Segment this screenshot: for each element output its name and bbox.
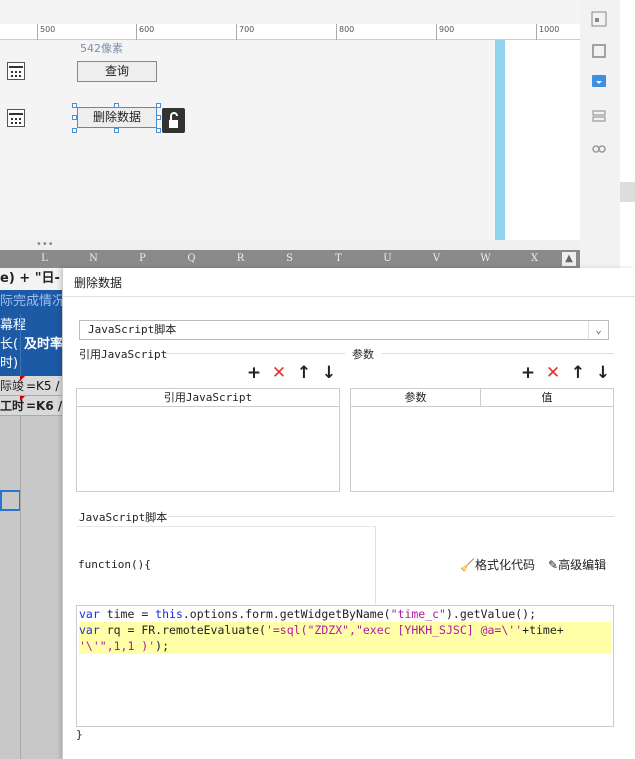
param-name-header: 参数 (351, 389, 481, 407)
delete-icon[interactable]: ✕ (270, 364, 288, 382)
calendar-icon[interactable] (7, 109, 25, 127)
ref-js-section-label: 引用JavaScript (79, 348, 168, 361)
column-header[interactable]: V (412, 250, 461, 268)
add-icon[interactable]: + (245, 364, 263, 382)
format-code-label: 格式化代码 (474, 558, 535, 572)
delete-data-button[interactable]: 删除数据 (77, 107, 157, 128)
query-button[interactable]: 查询 (77, 61, 157, 82)
size-hint: 542像素 (80, 42, 123, 55)
param-section-label: 参数 (352, 348, 374, 361)
sheet-cell-text: 时) (0, 356, 19, 371)
column-header[interactable]: T (314, 250, 363, 268)
column-header[interactable]: R (216, 250, 265, 268)
horizontal-ruler: 500 600 700 800 900 1000 (0, 24, 580, 40)
sheet-cell-formula: =K6 / (26, 399, 63, 413)
resize-handle[interactable] (156, 115, 161, 120)
ruler-tick: 700 (236, 24, 254, 40)
param-table[interactable]: 参数 值 (350, 388, 614, 492)
drag-handle[interactable]: ••• (36, 239, 54, 250)
advanced-edit-button[interactable]: ✎高级编辑 (548, 556, 606, 573)
resize-handle[interactable] (114, 128, 119, 133)
column-divider (20, 416, 21, 759)
arrow-up-icon[interactable]: ↑ (569, 364, 587, 382)
column-header[interactable]: X (510, 250, 559, 268)
edit-icon: ✎ (548, 558, 559, 572)
arrow-up-icon[interactable]: ↑ (295, 364, 313, 382)
canvas-boundary-bar (495, 40, 505, 240)
panel-tab[interactable] (620, 182, 635, 202)
sheet-cell-text: 长( (0, 337, 19, 352)
arrow-down-icon[interactable]: ↓ (594, 364, 612, 382)
lock-icon[interactable] (162, 108, 185, 133)
column-header[interactable]: P (118, 250, 167, 268)
column-header[interactable]: L (20, 250, 69, 268)
sheet-cell-formula: =K5 / (26, 379, 60, 393)
code-editor[interactable]: var time = this.options.form.getWidgetBy… (76, 605, 614, 727)
scroll-up-icon[interactable]: ▲ (562, 252, 576, 266)
add-icon[interactable]: + (519, 364, 537, 382)
square-icon[interactable] (590, 42, 608, 60)
code-line-highlighted: var rq = FR.remoteEvaluate('=sql("ZDZX",… (79, 622, 611, 638)
script-type-value: JavaScript脚本 (88, 323, 177, 336)
ruler-tick: 500 (37, 24, 55, 40)
sheet-cell-text: 幕程 (0, 318, 27, 333)
script-section-label: JavaScript脚本 (79, 511, 168, 524)
brush-icon: 🧹 (460, 558, 475, 572)
param-value-header: 值 (481, 389, 613, 407)
link-icon[interactable] (590, 140, 608, 158)
resize-handle[interactable] (156, 128, 161, 133)
arrow-down-icon[interactable]: ↓ (320, 364, 338, 382)
resize-handle[interactable] (114, 103, 119, 108)
ruler-tick: 800 (336, 24, 354, 40)
format-code-button[interactable]: 🧹格式化代码 (460, 556, 535, 573)
delete-icon[interactable]: ✕ (544, 364, 562, 382)
chevron-down-icon[interactable]: ⌄ (588, 321, 608, 339)
calendar-icon[interactable] (7, 62, 25, 80)
column-header[interactable]: U (363, 250, 412, 268)
ref-js-header: 引用JavaScript (77, 389, 339, 407)
column-header[interactable]: Q (167, 250, 216, 268)
column-header[interactable]: N (69, 250, 118, 268)
selected-cell[interactable] (0, 490, 21, 511)
code-line: var time = this.options.form.getWidgetBy… (79, 607, 536, 621)
column-header[interactable]: W (461, 250, 510, 268)
advanced-edit-label: 高级编辑 (558, 558, 607, 572)
dialog-title: 删除数据 (74, 276, 123, 290)
column-headers: L N P Q R S T U V W X ▲ (0, 250, 580, 268)
ruler-tick: 900 (436, 24, 454, 40)
canvas-margin (505, 40, 580, 240)
resize-handle[interactable] (72, 128, 77, 133)
resize-handle[interactable] (72, 115, 77, 120)
resize-handle[interactable] (72, 103, 77, 108)
widget-settings-icon[interactable] (590, 10, 608, 28)
resize-handle[interactable] (156, 103, 161, 108)
ruler-tick: 1000 (536, 24, 559, 40)
script-type-select[interactable]: JavaScript脚本 ⌄ (79, 320, 609, 340)
dropdown-widget-icon[interactable] (592, 75, 606, 87)
ref-js-table[interactable]: 引用JavaScript (76, 388, 340, 492)
column-header[interactable]: S (265, 250, 314, 268)
sheet-cell-text: 及时率 (24, 337, 64, 352)
function-open: function(){ (78, 558, 151, 571)
layers-icon[interactable] (590, 107, 608, 125)
ruler-tick: 600 (136, 24, 154, 40)
code-line-highlighted: '\'",1,1 )'); (79, 638, 611, 654)
function-close: } (76, 728, 83, 741)
